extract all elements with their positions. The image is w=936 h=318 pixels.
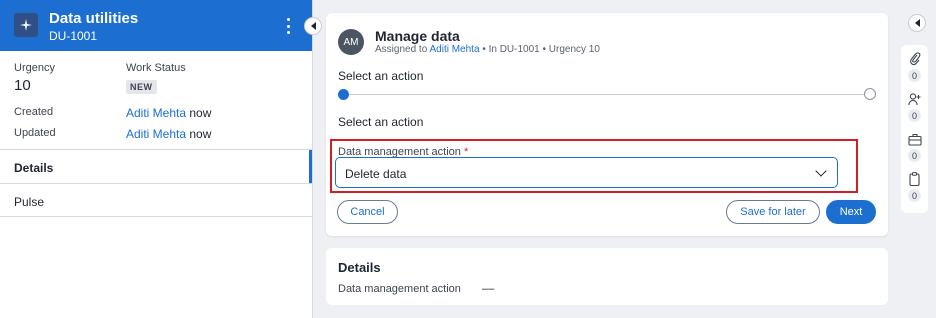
chevron-left-icon [310, 22, 316, 30]
attachments-widget[interactable]: 0 [901, 47, 928, 87]
sparkle-icon [14, 13, 38, 37]
work-status-label: Work Status [126, 62, 186, 74]
chevron-down-icon [815, 165, 827, 177]
task-card: AM Manage data Assigned to Aditi Mehta •… [326, 13, 888, 236]
task-title: Manage data [375, 28, 460, 44]
more-actions-icon[interactable] [281, 16, 295, 36]
details-title: Details [338, 260, 381, 275]
details-card: Details Data management action –– [326, 248, 888, 305]
created-when: now [189, 106, 212, 120]
assigned-prefix: Assigned to [375, 44, 428, 55]
details-field-label: Data management action [338, 283, 461, 295]
cancel-button[interactable]: Cancel [337, 200, 398, 224]
updated-by-link[interactable]: Aditi Mehta [126, 127, 186, 141]
nav-item-pulse[interactable]: Pulse [0, 184, 312, 217]
paperclip-icon [908, 52, 922, 66]
collapse-utilities-button[interactable] [908, 14, 926, 32]
step-current-marker [338, 89, 349, 100]
case-id: DU-1001 [49, 29, 98, 43]
case-title: Data utilities [49, 10, 139, 27]
nav-item-details[interactable]: Details [0, 150, 312, 183]
utilities-rail: 0 0 0 0 [901, 45, 928, 213]
dropdown-value: Delete data [345, 167, 407, 181]
save-for-later-button[interactable]: Save for later [726, 200, 820, 224]
add-follower-icon [907, 92, 922, 106]
attachments-count: 0 [908, 69, 921, 82]
task-subtitle: Assigned to Aditi Mehta • In DU-1001 • U… [375, 44, 600, 55]
related-cases-count: 0 [908, 149, 921, 162]
urgency-label: Urgency [14, 62, 55, 74]
step-next-marker [864, 88, 876, 100]
updated-label: Updated [14, 127, 56, 139]
collapse-panel-button[interactable] [304, 17, 322, 35]
tags-count: 0 [908, 189, 921, 202]
clipboard-icon [908, 172, 922, 186]
created-label: Created [14, 106, 54, 118]
related-cases-widget[interactable]: 0 [901, 127, 928, 167]
avatar: AM [338, 29, 364, 55]
chevron-left-icon [914, 19, 920, 27]
section-title: Select an action [338, 115, 424, 129]
updated-value: Aditi Mehta now [126, 127, 211, 141]
case-header: Data utilities DU-1001 [0, 0, 312, 51]
assignee-link[interactable]: Aditi Mehta [430, 44, 480, 55]
created-value: Aditi Mehta now [126, 106, 211, 120]
urgency-value: 10 [14, 77, 31, 94]
next-button[interactable]: Next [826, 200, 876, 224]
updated-when: now [189, 127, 212, 141]
followers-count: 0 [908, 109, 921, 122]
details-field-value: –– [482, 283, 495, 295]
task-context: • In DU-1001 • Urgency 10 [482, 44, 600, 55]
stepper-track [344, 94, 871, 95]
created-by-link[interactable]: Aditi Mehta [126, 106, 186, 120]
followers-widget[interactable]: 0 [901, 87, 928, 127]
tags-widget[interactable]: 0 [901, 167, 928, 207]
briefcase-icon [907, 132, 922, 146]
step-title: Select an action [338, 69, 424, 83]
case-panel: Data utilities DU-1001 Urgency 10 Work S… [0, 0, 313, 318]
divider [0, 216, 312, 217]
data-action-dropdown[interactable]: Delete data [335, 157, 838, 188]
status-badge: NEW [126, 80, 157, 94]
